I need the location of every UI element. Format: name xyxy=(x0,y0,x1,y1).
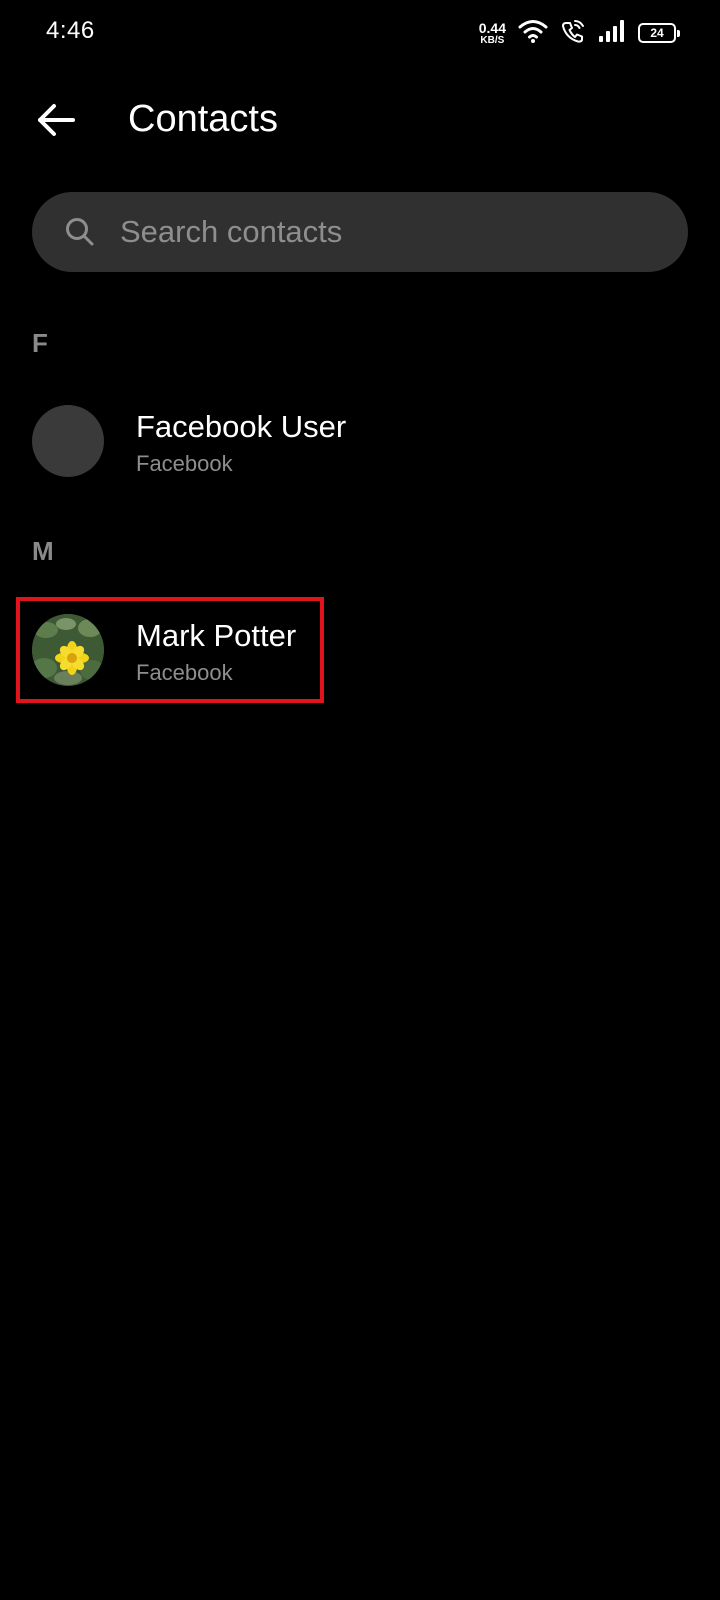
network-speed-value: 0.44 xyxy=(478,19,506,36)
contact-row-mark-potter[interactable]: Mark Potter Facebook xyxy=(16,596,704,704)
wifi-calling-icon xyxy=(560,18,586,49)
network-speed: 0.44 KB/S xyxy=(479,21,506,46)
contact-row-facebook-user[interactable]: Facebook User Facebook xyxy=(16,387,704,495)
section-header-f: F xyxy=(32,328,48,358)
search-icon xyxy=(64,216,96,248)
section-header-m: M xyxy=(32,536,54,566)
app-header: Contacts xyxy=(0,80,720,160)
contact-source: Facebook xyxy=(136,660,233,685)
cellular-signal-icon xyxy=(598,19,626,48)
arrow-left-icon xyxy=(36,103,76,142)
search-input[interactable] xyxy=(120,202,688,262)
avatar xyxy=(32,614,104,686)
status-time: 4:46 xyxy=(46,17,95,44)
battery-level: 24 xyxy=(650,26,664,40)
status-icons: 0.44 KB/S 24 xyxy=(479,18,680,49)
network-speed-unit: KB/S xyxy=(480,34,505,46)
contact-name: Mark Potter xyxy=(136,618,297,653)
battery-icon: 24 xyxy=(638,23,680,43)
status-bar: 4:46 0.44 KB/S 24 xyxy=(0,0,720,64)
back-button[interactable] xyxy=(28,94,84,150)
page-title: Contacts xyxy=(128,98,278,140)
wifi-icon xyxy=(518,18,548,49)
avatar xyxy=(32,405,104,477)
yellow-flower-photo-icon xyxy=(32,614,104,686)
contact-source: Facebook xyxy=(136,451,233,476)
contacts-screen: 4:46 0.44 KB/S 24 Contacts Search contac… xyxy=(0,0,720,1600)
contact-name: Facebook User xyxy=(136,409,347,444)
search-bar[interactable] xyxy=(32,192,688,272)
